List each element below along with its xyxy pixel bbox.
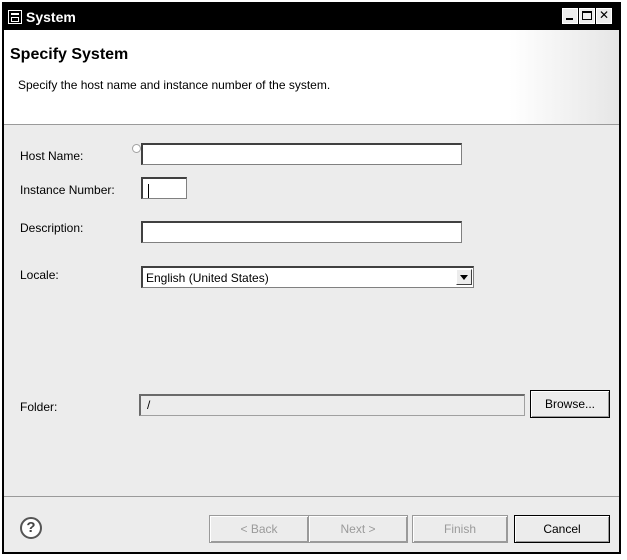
description-input[interactable] bbox=[141, 221, 462, 243]
help-icon[interactable]: ? bbox=[20, 517, 42, 539]
header-banner-gradient bbox=[509, 30, 619, 124]
description-label: Description: bbox=[20, 221, 84, 235]
back-button[interactable]: < Back bbox=[209, 515, 309, 543]
text-cursor bbox=[148, 184, 149, 198]
browse-button[interactable]: Browse... bbox=[530, 390, 610, 418]
close-button[interactable]: ✕ bbox=[596, 8, 612, 24]
locale-label: Locale: bbox=[20, 268, 59, 282]
locale-selected-value: English (United States) bbox=[146, 271, 269, 285]
minimize-button[interactable] bbox=[562, 8, 578, 24]
window-app-icon bbox=[8, 10, 22, 24]
finish-button[interactable]: Finish bbox=[412, 515, 508, 543]
footer-divider bbox=[4, 496, 619, 497]
folder-field[interactable]: / bbox=[139, 394, 525, 416]
page-description: Specify the host name and instance numbe… bbox=[18, 78, 331, 92]
page-title: Specify System bbox=[10, 46, 129, 63]
cancel-button[interactable]: Cancel bbox=[514, 515, 610, 543]
system-dialog: System ✕ Specify System Specify the host… bbox=[2, 2, 621, 554]
folder-label: Folder: bbox=[20, 400, 58, 414]
host-name-input[interactable] bbox=[141, 143, 462, 165]
next-button[interactable]: Next > bbox=[308, 515, 408, 543]
title-bar[interactable]: System ✕ bbox=[4, 4, 619, 30]
window-title: System bbox=[26, 9, 76, 25]
instance-number-label: Instance Number: bbox=[20, 183, 115, 197]
wizard-header: Specify System Specify the host name and… bbox=[4, 30, 619, 125]
chevron-down-icon[interactable] bbox=[456, 269, 472, 285]
maximize-button[interactable] bbox=[579, 8, 595, 24]
locale-select[interactable]: English (United States) bbox=[141, 266, 474, 288]
host-name-label: Host Name: bbox=[20, 149, 84, 163]
required-field-indicator-icon bbox=[132, 144, 141, 153]
